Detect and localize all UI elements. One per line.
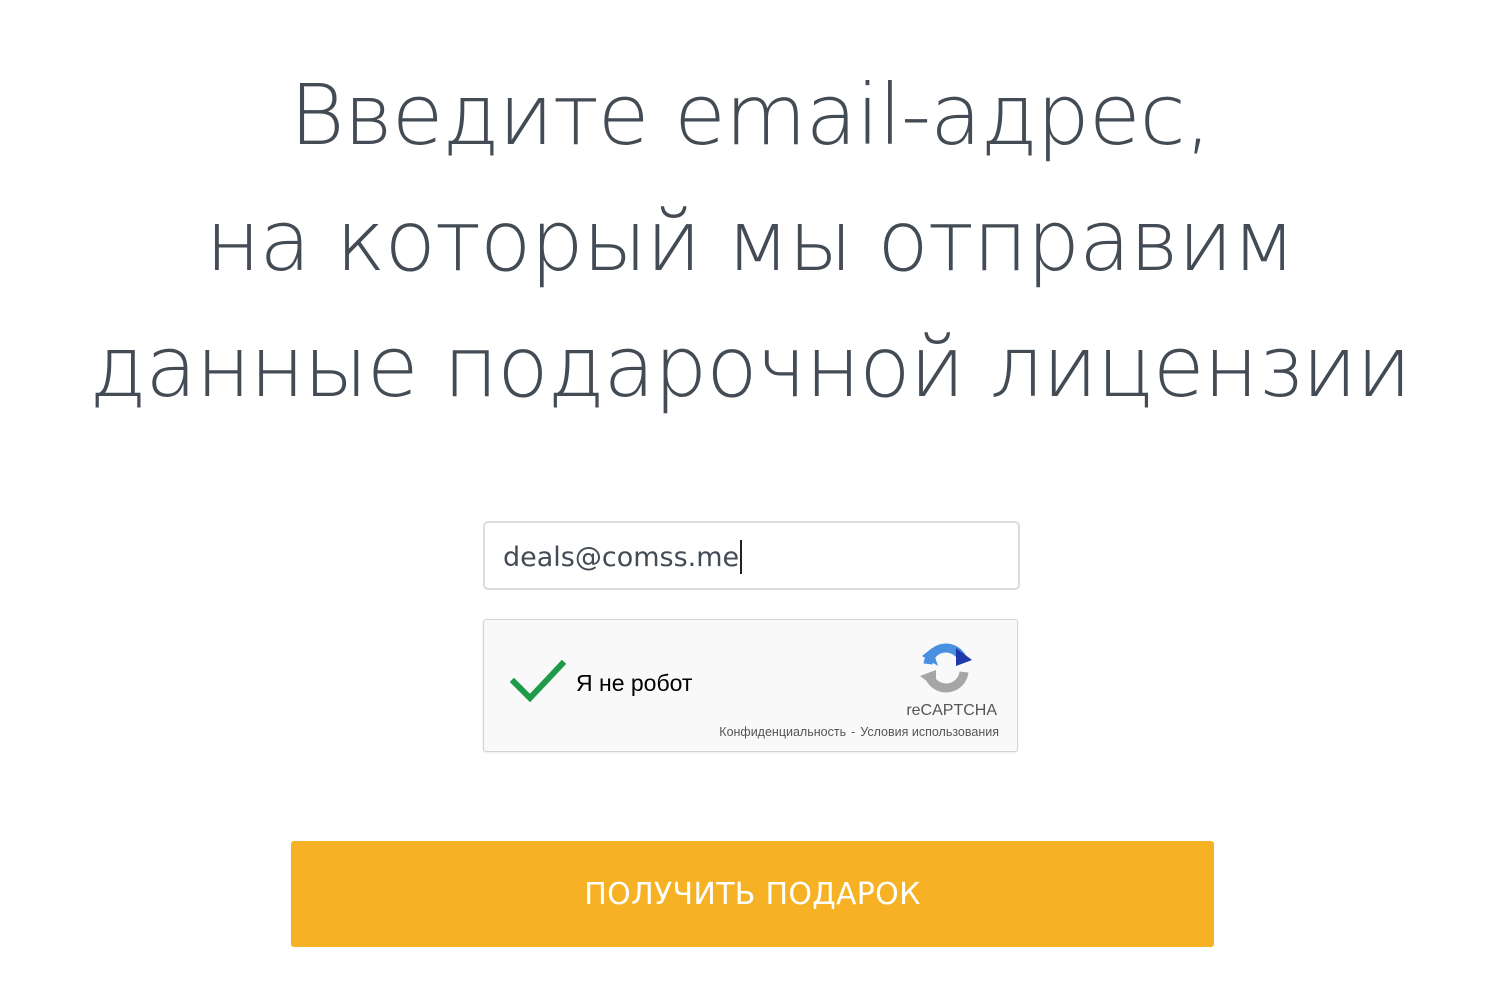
- title-line-2: на который мы отправим: [205, 192, 1296, 290]
- page-title: Введите email-адрес, на который мы отпра…: [0, 52, 1500, 430]
- privacy-link[interactable]: Конфиденциальность: [719, 725, 846, 739]
- title-line-1: Введите email-адрес,: [289, 66, 1212, 164]
- link-separator: -: [851, 725, 856, 739]
- title-line-3: данные подарочной лицензии: [89, 318, 1411, 416]
- captcha-label: Я не робот: [576, 670, 693, 696]
- recaptcha-logo-icon: [920, 643, 972, 693]
- recaptcha-widget: Я не робот reCAPTCHA Конфиденциальность -…: [483, 619, 1018, 752]
- recaptcha-brand: reCAPTCHA: [906, 702, 997, 719]
- email-input[interactable]: deals@comss.me: [503, 523, 743, 592]
- checkmark-icon[interactable]: [510, 658, 566, 704]
- text-caret: [740, 539, 743, 574]
- recaptcha-links: Конфиденциальность - Условия использования: [719, 725, 999, 739]
- email-value: deals@comss.me: [503, 542, 740, 573]
- get-gift-button[interactable]: ПОЛУЧИТЬ ПОДАРОК: [291, 841, 1214, 947]
- email-field[interactable]: deals@comss.me: [483, 521, 1020, 590]
- terms-link[interactable]: Условия использования: [860, 725, 999, 739]
